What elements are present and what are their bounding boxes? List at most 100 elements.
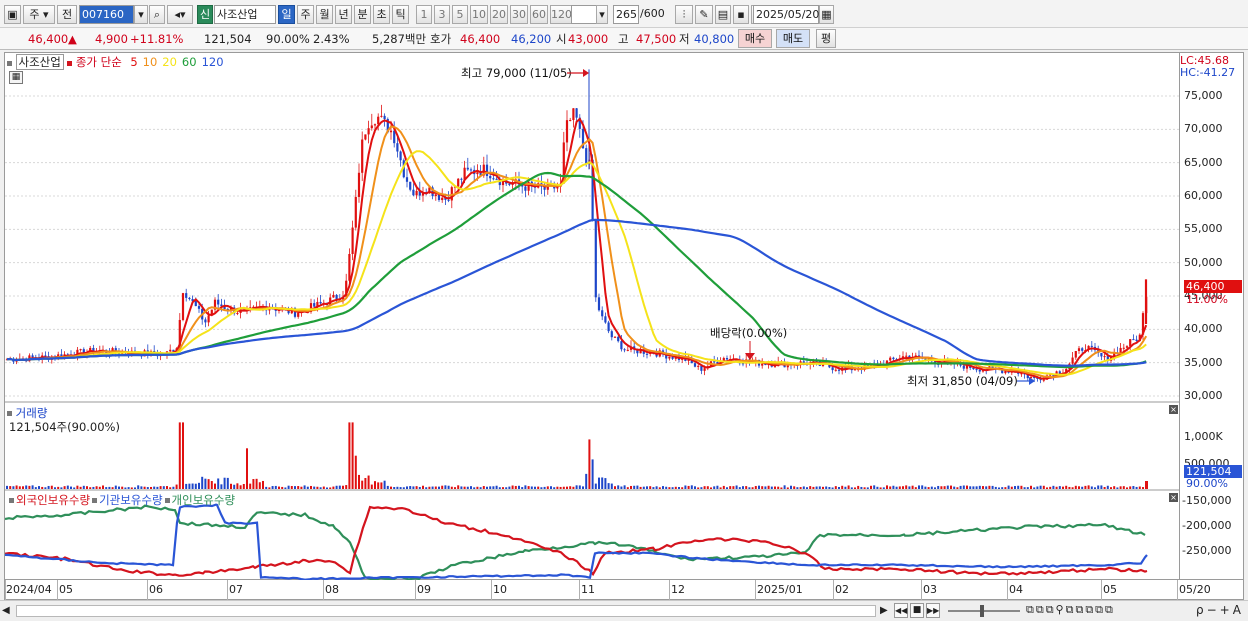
stop-icon[interactable]: ■ xyxy=(910,603,924,618)
volume-bar xyxy=(601,477,604,489)
candle-body xyxy=(565,120,569,143)
zoom-slider-handle[interactable] xyxy=(980,605,984,617)
volume-bar xyxy=(457,485,460,489)
period-tab-0[interactable]: 일 xyxy=(278,5,295,24)
save-icon[interactable]: ▪ xyxy=(733,5,749,24)
ma-title[interactable]: 종가 단순 xyxy=(76,55,122,69)
volume-bar xyxy=(630,485,632,489)
volume-bar xyxy=(76,485,79,489)
interval-30[interactable]: 30 xyxy=(510,5,528,24)
holdings-legend-1[interactable]: 기관보유수량 xyxy=(99,493,162,507)
volume-bar xyxy=(249,483,252,489)
stock-name-tag[interactable]: 사조산업 xyxy=(15,54,64,70)
holdings-legend-2[interactable]: 개인보유수량 xyxy=(172,493,235,507)
tool-icons[interactable]: ⧉⧉⧉⚲⧉⧉⧉⧉⧉ xyxy=(1026,603,1115,617)
interval-dropdown-icon[interactable]: ▾ xyxy=(596,5,608,24)
eval-button[interactable]: 평 xyxy=(816,29,836,48)
volume-bar xyxy=(1036,486,1039,489)
period-tab-3[interactable]: 년 xyxy=(335,5,352,24)
volume-bar xyxy=(988,485,991,489)
ma-line-60 xyxy=(6,171,1147,369)
period-tab-2[interactable]: 월 xyxy=(316,5,333,24)
interval-1[interactable]: 1 xyxy=(416,5,432,24)
buy-button[interactable]: 매수 xyxy=(738,29,772,48)
volume-bar xyxy=(953,486,956,489)
candle-body xyxy=(332,294,335,298)
period-tab-4[interactable]: 분 xyxy=(354,5,371,24)
low-annotation-text: 최저 31,850 (04/09) xyxy=(907,374,1018,388)
volume-bar xyxy=(838,487,840,489)
ma-period-120[interactable]: 120 xyxy=(202,55,224,69)
code-input[interactable]: 007160 xyxy=(79,5,134,24)
scroll-bar[interactable]: ◀ ▶ ◀◀ ■ ▶▶ ⧉⧉⧉⚲⧉⧉⧉⧉⧉ ρ−+A xyxy=(0,600,1248,621)
volume-bar xyxy=(50,485,53,489)
volume-bar xyxy=(380,482,383,489)
prev-button[interactable]: 전 xyxy=(57,5,77,24)
scroll-right-icon[interactable]: ▶ xyxy=(880,604,892,618)
candle-body xyxy=(569,120,572,122)
chart-area[interactable]: 최고 79,000 (11/05) 최저 31,850 (04/09) 배당락(… xyxy=(4,52,1181,581)
holdings-close-icon[interactable]: × xyxy=(1169,493,1178,502)
draw-icon[interactable]: ✎ xyxy=(695,5,713,24)
volume-bar xyxy=(511,485,514,489)
volume-bar xyxy=(738,487,741,489)
volume-bar xyxy=(607,483,610,489)
period-tab-1[interactable]: 주 xyxy=(297,5,314,24)
candle-body xyxy=(713,361,716,363)
volume-title[interactable]: 거래량 xyxy=(16,406,48,420)
volume-bar xyxy=(553,487,556,489)
volume-bar xyxy=(415,486,418,489)
grid-icon[interactable]: ▤ xyxy=(715,5,731,24)
volume-bar xyxy=(25,485,28,489)
interval-5[interactable]: 5 xyxy=(452,5,468,24)
volume-bar xyxy=(562,486,565,489)
hc-label: HC:-41.27 xyxy=(1180,66,1236,79)
sell-button[interactable]: 매도 xyxy=(776,29,810,48)
volume-bar xyxy=(1071,487,1074,489)
indicator-icon[interactable]: ▦ xyxy=(9,71,23,84)
scroll-track[interactable] xyxy=(16,605,876,617)
volume-bar xyxy=(57,486,60,489)
code-dropdown-icon[interactable]: ▾ xyxy=(134,5,148,24)
type-select[interactable]: 주 ▾ xyxy=(23,5,55,24)
interval-10[interactable]: 10 xyxy=(470,5,488,24)
layout-icon[interactable]: ▣ xyxy=(4,5,21,24)
holdings-legend-0[interactable]: 외국인보유수량 xyxy=(16,493,90,507)
zoom-slider[interactable] xyxy=(948,610,1020,612)
period-tab-5[interactable]: 초 xyxy=(373,5,390,24)
count-input[interactable]: 265 xyxy=(613,5,639,24)
ma-period-5[interactable]: 5 xyxy=(130,55,137,69)
interval-120[interactable]: 120 xyxy=(550,5,572,24)
volume-bar xyxy=(604,478,607,489)
candle-body xyxy=(761,363,764,366)
interval-20[interactable]: 20 xyxy=(490,5,508,24)
moving-averages xyxy=(6,117,1148,380)
volume-bar xyxy=(169,487,172,489)
scroll-left-icon[interactable]: ◀ xyxy=(2,604,14,618)
volume-bar xyxy=(681,487,684,489)
candle-icon[interactable]: ⫶ xyxy=(675,5,693,24)
speaker-icon[interactable]: ◂▾ xyxy=(167,5,193,24)
zoom-controls[interactable]: ρ−+A xyxy=(1196,603,1244,617)
volume-bar xyxy=(204,478,207,489)
candle-body xyxy=(572,108,575,121)
search-icon[interactable]: ⌕ xyxy=(149,5,165,24)
candle-body xyxy=(905,355,908,357)
forward-icon[interactable]: ▶▶ xyxy=(926,603,940,618)
period-tab-6[interactable]: 틱 xyxy=(392,5,409,24)
stock-name[interactable]: 사조산업 xyxy=(214,5,276,24)
volume-bar xyxy=(482,486,485,489)
interval-3[interactable]: 3 xyxy=(434,5,450,24)
volume-bar xyxy=(556,486,559,489)
ma-period-20[interactable]: 20 xyxy=(162,55,177,69)
interval-60[interactable]: 60 xyxy=(530,5,548,24)
ma-period-10[interactable]: 10 xyxy=(143,55,158,69)
rewind-icon[interactable]: ◀◀ xyxy=(894,603,908,618)
date-input[interactable]: 2025/05/20 xyxy=(753,5,819,24)
volume-close-icon[interactable]: × xyxy=(1169,405,1178,414)
ma-period-60[interactable]: 60 xyxy=(182,55,197,69)
volume-bar xyxy=(860,486,863,489)
last-price-tag: 46,400 xyxy=(1184,280,1242,293)
calendar-icon[interactable]: ▦ xyxy=(819,5,834,24)
date-label: 11 xyxy=(581,583,595,596)
